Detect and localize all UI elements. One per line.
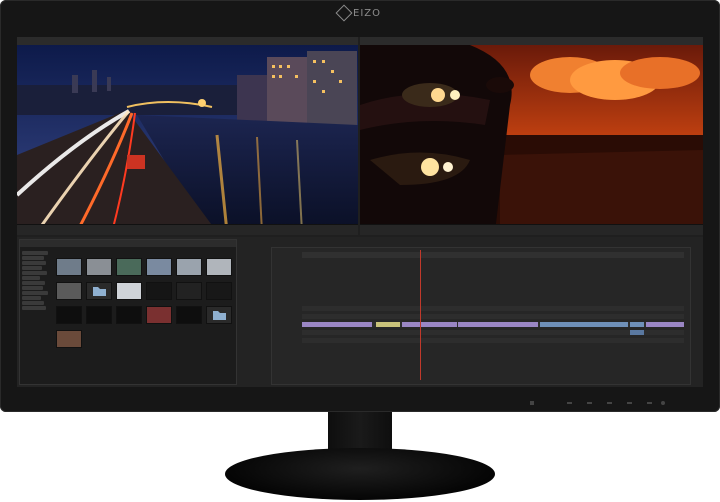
source-monitor-transport bbox=[17, 224, 358, 235]
media-thumbnail[interactable] bbox=[56, 282, 82, 300]
bin-tree-item[interactable] bbox=[22, 306, 46, 310]
media-thumbnail[interactable] bbox=[56, 306, 82, 324]
timeline-clip[interactable] bbox=[402, 322, 457, 327]
media-thumbnail[interactable] bbox=[176, 258, 202, 276]
workspace-lower bbox=[17, 237, 703, 387]
media-thumbnail[interactable] bbox=[146, 282, 172, 300]
bin-tree-item[interactable] bbox=[22, 286, 43, 290]
media-thumbnail[interactable] bbox=[116, 258, 142, 276]
monitor-button[interactable] bbox=[627, 402, 632, 404]
bin-tree-item[interactable] bbox=[22, 281, 45, 285]
timeline-clip[interactable] bbox=[302, 322, 372, 327]
bin-tree-item[interactable] bbox=[22, 266, 42, 270]
media-thumbnail[interactable] bbox=[86, 306, 112, 324]
media-thumbnail[interactable] bbox=[176, 282, 202, 300]
monitor-button[interactable] bbox=[587, 402, 592, 404]
screen bbox=[17, 37, 703, 387]
bin-tree-item[interactable] bbox=[22, 291, 48, 295]
program-monitor-transport bbox=[360, 224, 703, 235]
video-track bbox=[302, 306, 684, 311]
bin-tree-item[interactable] bbox=[22, 271, 47, 275]
monitor-stand-base bbox=[225, 448, 495, 500]
timeline-clip[interactable] bbox=[646, 322, 684, 327]
timeline-clip[interactable] bbox=[630, 322, 644, 327]
timeline-clip[interactable] bbox=[630, 330, 644, 335]
audio-track bbox=[302, 330, 684, 335]
media-thumbnail[interactable] bbox=[116, 282, 142, 300]
eizo-logo: EIZO bbox=[335, 4, 381, 22]
bin-tree-item[interactable] bbox=[22, 251, 48, 255]
timeline-clip[interactable] bbox=[376, 322, 400, 327]
bin-tree-item[interactable] bbox=[22, 296, 41, 300]
timeline-panel[interactable] bbox=[271, 247, 691, 385]
timeline-ruler[interactable] bbox=[302, 252, 684, 258]
monitor-button[interactable] bbox=[647, 402, 652, 404]
media-thumbnail[interactable] bbox=[176, 306, 202, 324]
audio-track bbox=[302, 338, 684, 343]
car-sunset-image bbox=[360, 45, 703, 232]
media-thumbnail[interactable] bbox=[146, 306, 172, 324]
project-panel-tabs bbox=[20, 240, 236, 247]
source-monitor-titlebar bbox=[17, 37, 358, 45]
eizo-logo-icon bbox=[335, 4, 353, 22]
folder-icon[interactable] bbox=[86, 282, 112, 300]
media-thumbnail[interactable] bbox=[146, 258, 172, 276]
bin-tree-item[interactable] bbox=[22, 261, 46, 265]
timeline-playhead[interactable] bbox=[420, 250, 421, 380]
monitor-button[interactable] bbox=[607, 402, 612, 404]
night-city-image bbox=[17, 45, 358, 232]
media-thumbnail[interactable] bbox=[56, 258, 82, 276]
media-thumbnail[interactable] bbox=[206, 258, 232, 276]
bin-tree-item[interactable] bbox=[22, 276, 40, 280]
source-monitor[interactable] bbox=[17, 37, 358, 235]
folder-icon[interactable] bbox=[206, 306, 232, 324]
media-thumbnail[interactable] bbox=[206, 282, 232, 300]
logo-text: EIZO bbox=[353, 7, 381, 19]
program-monitor-titlebar bbox=[360, 37, 703, 45]
bin-tree-item[interactable] bbox=[22, 301, 44, 305]
media-thumbnail[interactable] bbox=[56, 330, 82, 348]
monitor-button[interactable] bbox=[567, 402, 572, 404]
timeline-clip[interactable] bbox=[540, 322, 628, 327]
bin-tree[interactable] bbox=[22, 250, 52, 380]
project-panel[interactable] bbox=[19, 239, 237, 385]
monitor-button[interactable] bbox=[661, 401, 665, 405]
bin-tree-item[interactable] bbox=[22, 256, 44, 260]
video-track bbox=[302, 314, 684, 319]
media-thumbnail[interactable] bbox=[116, 306, 142, 324]
timeline-clip[interactable] bbox=[458, 322, 538, 327]
media-thumbnail[interactable] bbox=[86, 258, 112, 276]
program-monitor[interactable] bbox=[360, 37, 703, 235]
power-icon[interactable] bbox=[530, 401, 534, 405]
